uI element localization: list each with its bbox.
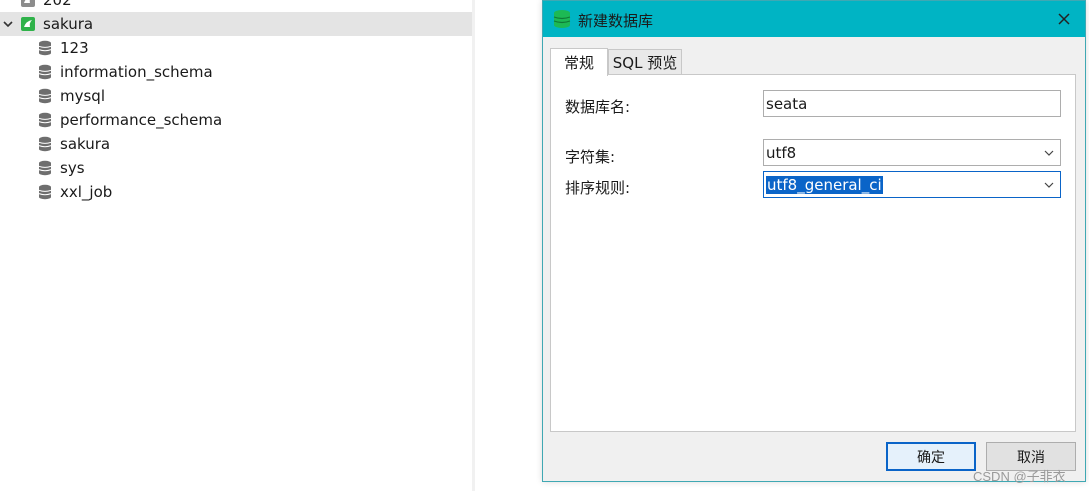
close-icon bbox=[1058, 13, 1070, 25]
database-icon bbox=[38, 184, 52, 200]
tree-item-connection-202[interactable]: 202 bbox=[0, 0, 472, 12]
chevron-down-icon bbox=[1044, 150, 1054, 156]
database-name-input[interactable]: seata bbox=[763, 90, 1061, 117]
ok-button[interactable]: 确定 bbox=[886, 442, 976, 471]
tree-item-label: 123 bbox=[60, 39, 89, 57]
database-add-icon bbox=[553, 9, 571, 29]
general-tab-panel: 数据库名: seata 字符集: utf8 排序规则: utf8_general… bbox=[550, 74, 1076, 432]
charset-value: utf8 bbox=[766, 143, 797, 162]
tree-item-database[interactable]: sys bbox=[0, 156, 472, 180]
tab-label: SQL 预览 bbox=[612, 54, 678, 72]
tree-item-label: sakura bbox=[43, 15, 94, 33]
tree-item-database[interactable]: xxl_job bbox=[0, 180, 472, 204]
database-icon bbox=[38, 88, 52, 104]
database-icon bbox=[38, 64, 52, 80]
chevron-down-icon[interactable] bbox=[1, 17, 15, 31]
navigator-tree: 202 sakura 123 information_schema mysql … bbox=[0, 0, 472, 491]
tree-item-label: sys bbox=[60, 159, 85, 177]
tab-label: 常规 bbox=[563, 54, 594, 72]
database-name-label: 数据库名: bbox=[565, 98, 631, 116]
database-icon bbox=[38, 40, 52, 56]
charset-label: 字符集: bbox=[565, 148, 616, 166]
tree-item-label: xxl_job bbox=[60, 183, 113, 201]
collation-select[interactable]: utf8_general_ci bbox=[763, 171, 1061, 198]
dialog-title: 新建数据库 bbox=[578, 12, 654, 30]
collation-value: utf8_general_ci bbox=[766, 175, 883, 194]
tab-general[interactable]: 常规 bbox=[550, 48, 608, 76]
tree-item-label: information_schema bbox=[60, 63, 213, 81]
connection-icon bbox=[20, 0, 36, 8]
chevron-down-icon bbox=[1044, 182, 1054, 188]
new-database-dialog: 新建数据库 常规 SQL 预览 数据库名: seata 字符集: utf8 排序… bbox=[542, 0, 1086, 482]
tree-item-database[interactable]: performance_schema bbox=[0, 108, 472, 132]
tree-item-database[interactable]: 123 bbox=[0, 36, 472, 60]
tree-item-label: 202 bbox=[43, 0, 72, 9]
tree-item-connection-sakura[interactable]: sakura bbox=[0, 12, 472, 36]
charset-select[interactable]: utf8 bbox=[763, 139, 1061, 166]
tree-item-database[interactable]: information_schema bbox=[0, 60, 472, 84]
tree-item-database[interactable]: sakura bbox=[0, 132, 472, 156]
tree-item-label: performance_schema bbox=[60, 111, 223, 129]
close-button[interactable] bbox=[1051, 7, 1077, 31]
cancel-button-label: 取消 bbox=[1017, 449, 1045, 466]
panel-divider[interactable] bbox=[472, 0, 475, 491]
tab-sql-preview[interactable]: SQL 预览 bbox=[608, 49, 682, 75]
dialog-titlebar[interactable]: 新建数据库 bbox=[543, 1, 1085, 37]
watermark: CSDN @子非衣 bbox=[973, 469, 1066, 484]
connection-icon bbox=[20, 16, 36, 32]
database-name-value: seata bbox=[766, 94, 808, 113]
tree-item-label: mysql bbox=[60, 87, 105, 105]
collation-label: 排序规则: bbox=[565, 179, 631, 197]
database-icon bbox=[38, 112, 52, 128]
tree-item-database[interactable]: mysql bbox=[0, 84, 472, 108]
database-icon bbox=[38, 136, 52, 152]
ok-button-label: 确定 bbox=[917, 449, 945, 466]
tree-item-label: sakura bbox=[60, 135, 111, 153]
database-icon bbox=[38, 160, 52, 176]
